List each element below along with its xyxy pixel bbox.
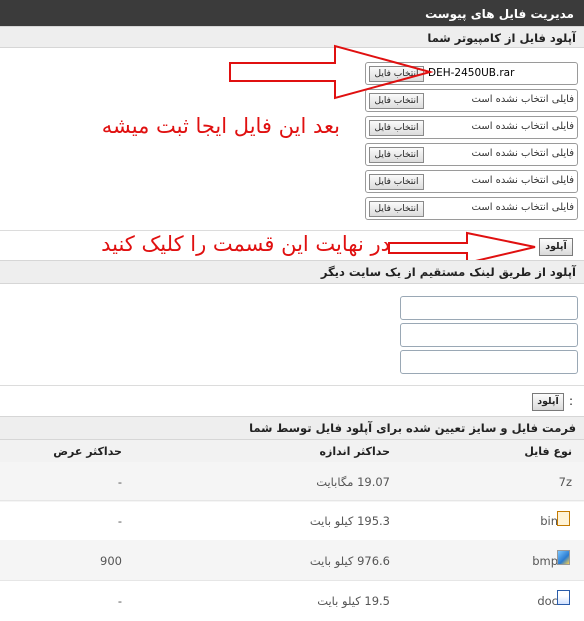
max-width-cell: - [117,514,122,528]
url-input-2[interactable] [400,323,578,347]
file-type-cell: 7z [558,475,572,489]
formats-heading: فرمت فایل و سایز تعیین شده برای آپلود فا… [0,416,584,440]
annotation-text-1: بعد این فایل ایجا ثبت میشه [101,114,340,138]
browse-button[interactable]: انتخاب فایل [369,174,424,190]
url-input-3[interactable] [400,350,578,374]
column-header-type: نوع فایل [524,445,572,458]
url-input-1[interactable] [400,296,578,320]
colon-text: : [569,394,574,408]
max-width-cell: - [117,475,122,489]
no-file-text: فایلی انتخاب نشده است [471,121,574,132]
browse-button[interactable]: انتخاب فایل [369,201,424,217]
max-size-cell: 19.07 مگابایت [316,475,390,489]
page-title: مدیریت فایل های پیوست [0,0,584,27]
max-size-cell: 976.6 کیلو بایت [309,554,390,568]
browse-button[interactable]: انتخاب فایل [369,120,424,136]
column-header-max-size: حداکثر اندازه [319,445,390,458]
bmp-file-icon [557,550,570,565]
doc-file-icon [557,590,570,605]
max-size-cell: 19.5 کیلو بایت [317,594,390,608]
link-upload-heading: آپلود از طریق لینک مستقیم از یک سایت دیگ… [0,260,584,284]
no-file-text: فایلی انتخاب نشده است [471,175,574,186]
annotation-arrow-1 [229,44,434,100]
no-file-text: فایلی انتخاب نشده است [471,148,574,159]
bin-file-icon [557,511,570,526]
selected-file-name: DEH-2450UB.rar [428,67,515,79]
browse-button[interactable]: انتخاب فایل [369,147,424,163]
max-size-cell: 195.3 کیلو بایت [309,514,390,528]
no-file-text: فایلی انتخاب نشده است [471,202,574,213]
max-width-cell: - [117,594,122,608]
max-width-cell: 900 [100,554,122,568]
column-header-max-width: حداکثر عرض [53,445,122,458]
link-upload-button[interactable]: آپلود [532,393,564,411]
file-input-3[interactable]: انتخاب فایل فایلی انتخاب نشده است [365,116,578,139]
file-input-4[interactable]: انتخاب فایل فایلی انتخاب نشده است [365,143,578,166]
file-input-5[interactable]: انتخاب فایل فایلی انتخاب نشده است [365,170,578,193]
annotation-text-2: در نهایت این قسمت را کلیک کنید [101,232,390,256]
no-file-text: فایلی انتخاب نشده است [471,94,574,105]
divider [0,385,584,386]
file-input-6[interactable]: انتخاب فایل فایلی انتخاب نشده است [365,197,578,220]
